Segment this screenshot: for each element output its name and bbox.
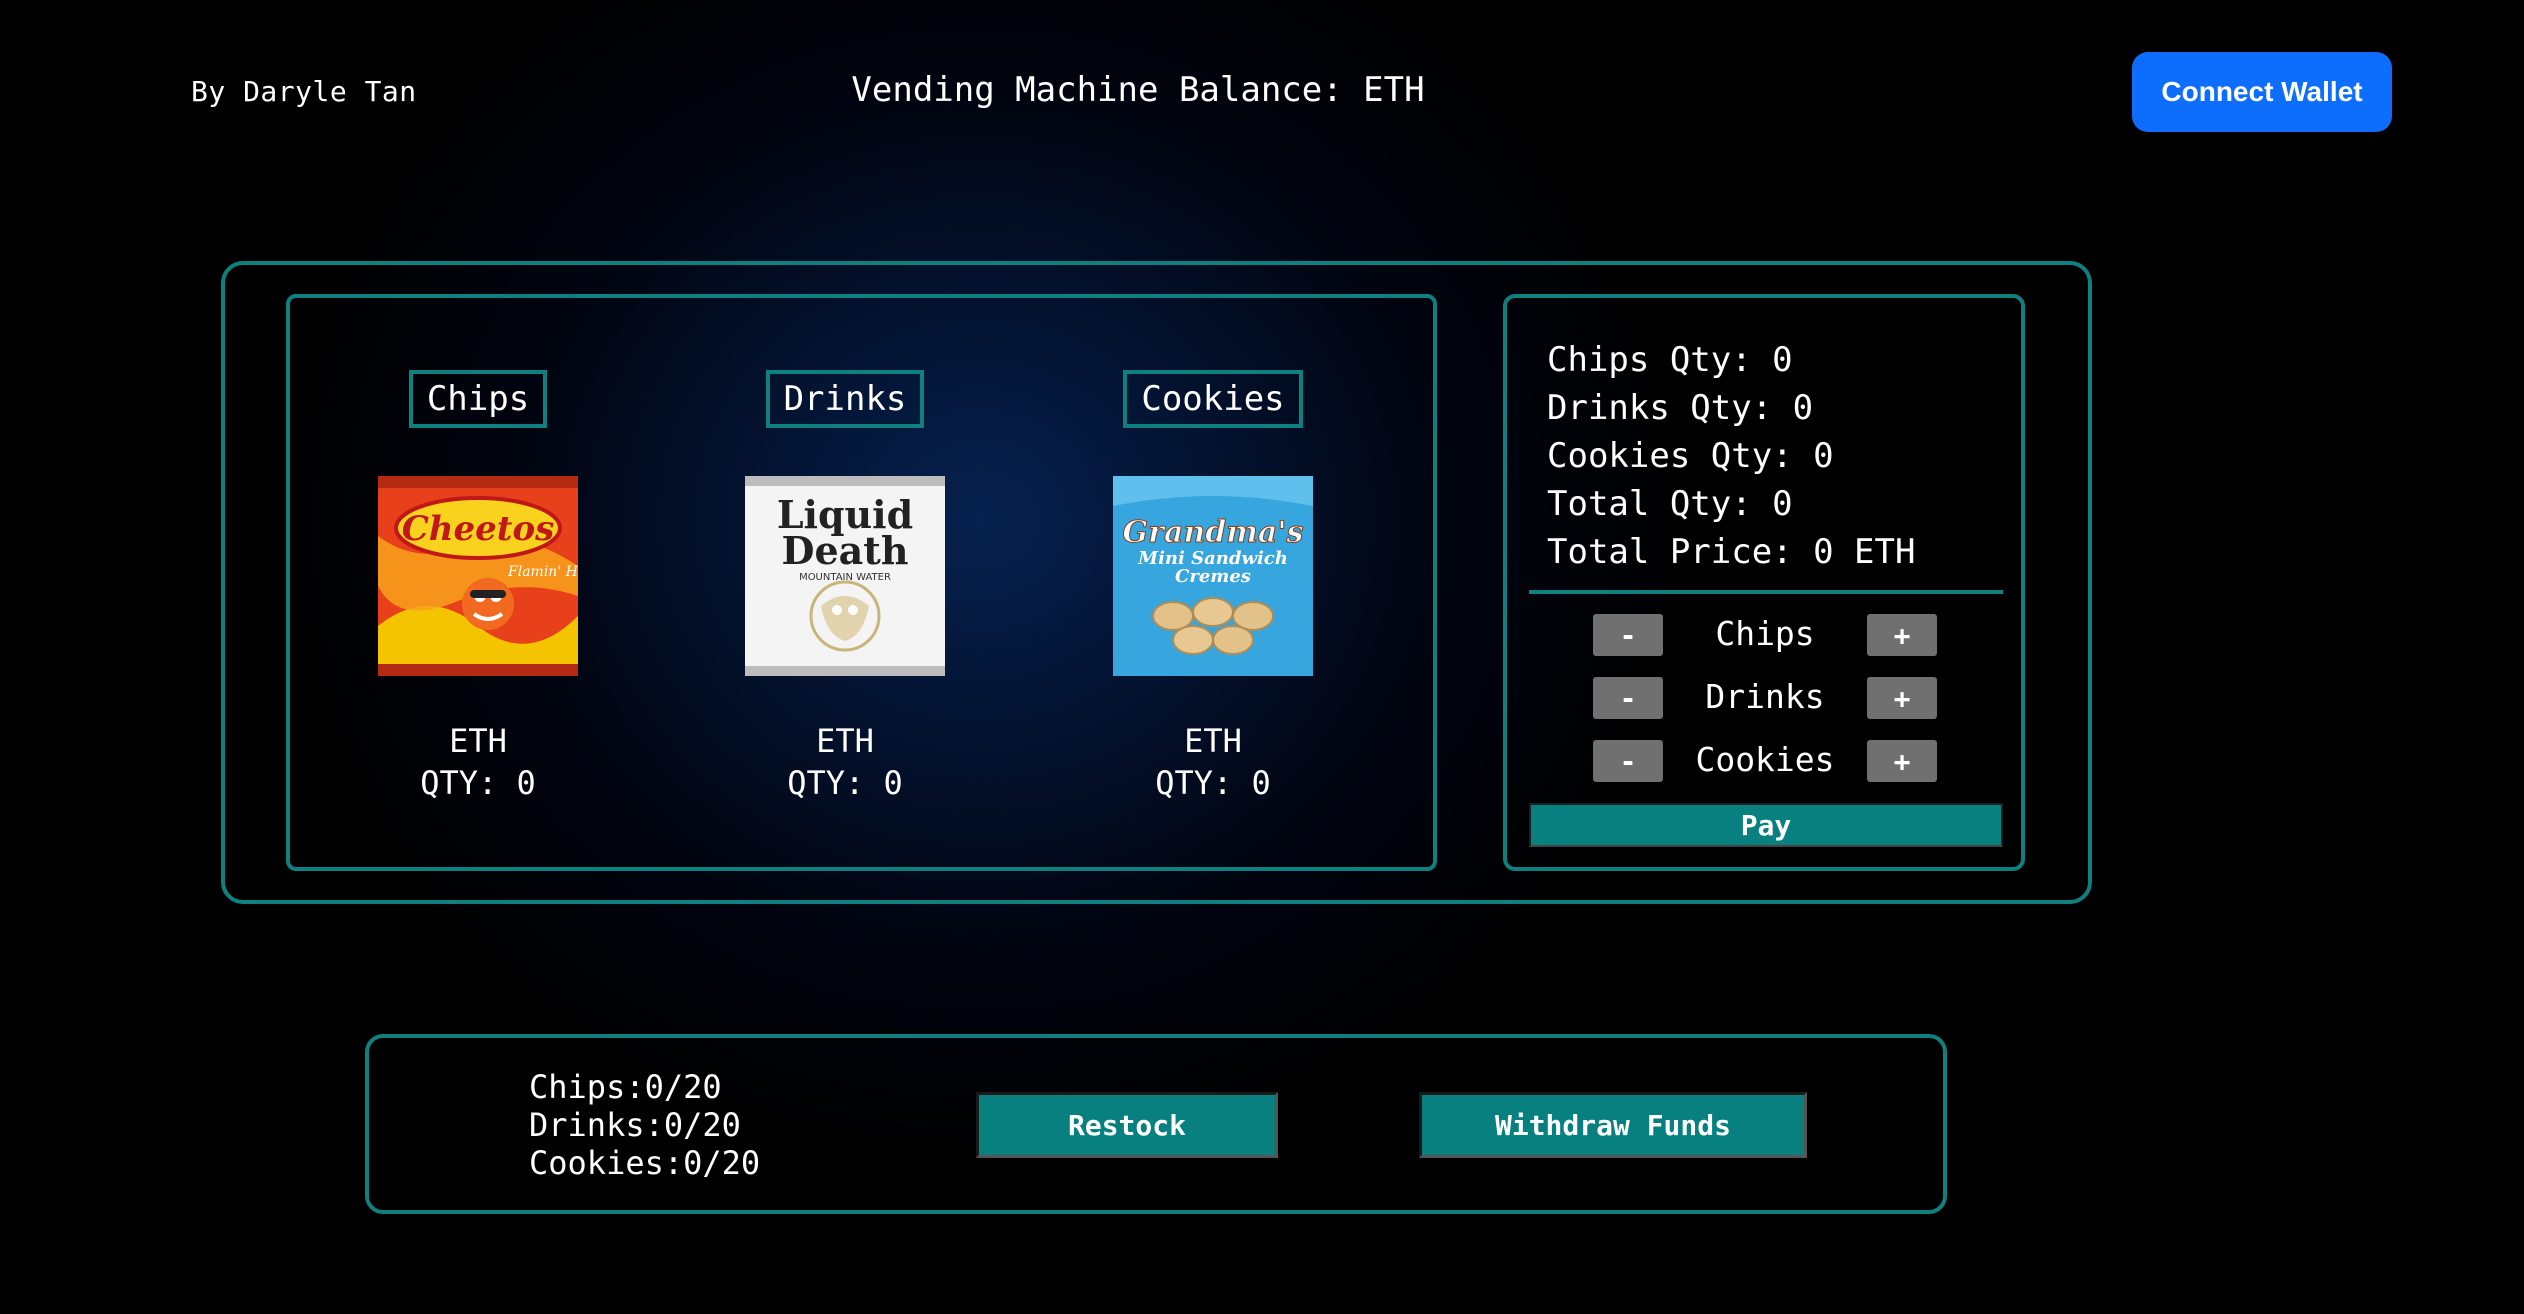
svg-text:Death: Death	[782, 528, 909, 573]
product-price: ETH	[449, 722, 507, 760]
product-drinks: Drinks Liquid Death MOUNTAIN WATER ETH Q…	[695, 370, 995, 810]
increase-cookies-button[interactable]: +	[1867, 740, 1937, 782]
adjust-row-chips: - Chips +	[1507, 610, 2021, 658]
stock-label: Cookies:	[529, 1144, 684, 1182]
svg-text:Grandma's: Grandma's	[1123, 515, 1304, 550]
total-price-text: Total Price: 0 ETH	[1547, 532, 1916, 572]
decrease-cookies-button[interactable]: -	[1593, 740, 1663, 782]
stock-value: 0/20	[663, 1106, 741, 1144]
cookies-qty-text: Cookies Qty: 0	[1547, 436, 1834, 476]
product-price: ETH	[1184, 722, 1242, 760]
connect-wallet-button[interactable]: Connect Wallet	[2132, 52, 2392, 132]
product-name: Drinks	[765, 370, 925, 428]
stock-value: 0/20	[683, 1144, 761, 1182]
product-name: Chips	[408, 370, 548, 428]
chips-qty-text: Chips Qty: 0	[1547, 340, 1793, 380]
decrease-chips-button[interactable]: -	[1593, 614, 1663, 656]
adjust-row-cookies: - Cookies +	[1507, 736, 2021, 784]
total-qty-text: Total Qty: 0	[1547, 484, 1793, 524]
product-qty: QTY: 0	[420, 764, 536, 802]
cheetos-bag-image: Cheetos Flamin' Hot	[378, 476, 578, 676]
pay-button[interactable]: Pay	[1529, 803, 2003, 847]
adjust-label: Drinks	[1705, 677, 1825, 716]
increase-chips-button[interactable]: +	[1867, 614, 1937, 656]
stock-list: Chips:0/20 Drinks:0/20 Cookies:0/20	[529, 1068, 760, 1182]
stock-label: Chips:	[529, 1068, 645, 1106]
svg-text:Cheetos: Cheetos	[402, 509, 555, 549]
cart-panel: Chips Qty: 0 Drinks Qty: 0 Cookies Qty: …	[1503, 294, 2025, 871]
product-qty: QTY: 0	[1155, 764, 1271, 802]
products-panel: Chips Cheetos Flamin' Hot ETH QTY: 0 Dr	[286, 294, 1437, 871]
product-qty: QTY: 0	[787, 764, 903, 802]
stock-row-cookies: Cookies:0/20	[529, 1144, 760, 1182]
cart-summary: Chips Qty: 0 Drinks Qty: 0 Cookies Qty: …	[1547, 336, 1915, 576]
adjust-label: Chips	[1715, 614, 1815, 653]
product-name: Cookies	[1123, 370, 1303, 428]
svg-text:Cremes: Cremes	[1175, 566, 1251, 587]
withdraw-funds-button[interactable]: Withdraw Funds	[1419, 1092, 1807, 1158]
restock-button[interactable]: Restock	[976, 1092, 1278, 1158]
stock-row-drinks: Drinks:0/20	[529, 1106, 760, 1144]
stock-value: 0/20	[644, 1068, 722, 1106]
liquid-death-can-image: Liquid Death MOUNTAIN WATER	[745, 476, 945, 676]
product-cookies: Cookies Grandma's Mini Sandwich Cremes E…	[1063, 370, 1363, 810]
drinks-qty-text: Drinks Qty: 0	[1547, 388, 1814, 428]
decrease-drinks-button[interactable]: -	[1593, 677, 1663, 719]
product-chips: Chips Cheetos Flamin' Hot ETH QTY: 0	[328, 370, 628, 810]
stock-row-chips: Chips:0/20	[529, 1068, 760, 1106]
increase-drinks-button[interactable]: +	[1867, 677, 1937, 719]
product-price: ETH	[816, 722, 874, 760]
adjust-label: Cookies	[1695, 740, 1835, 779]
admin-panel: Chips:0/20 Drinks:0/20 Cookies:0/20 Rest…	[365, 1034, 1947, 1214]
svg-text:Flamin' Hot: Flamin' Hot	[507, 564, 578, 580]
cart-divider	[1529, 590, 2003, 594]
adjust-row-drinks: - Drinks +	[1507, 673, 2021, 721]
stock-label: Drinks:	[529, 1106, 664, 1144]
grandmas-cookies-bag-image: Grandma's Mini Sandwich Cremes	[1113, 476, 1313, 676]
